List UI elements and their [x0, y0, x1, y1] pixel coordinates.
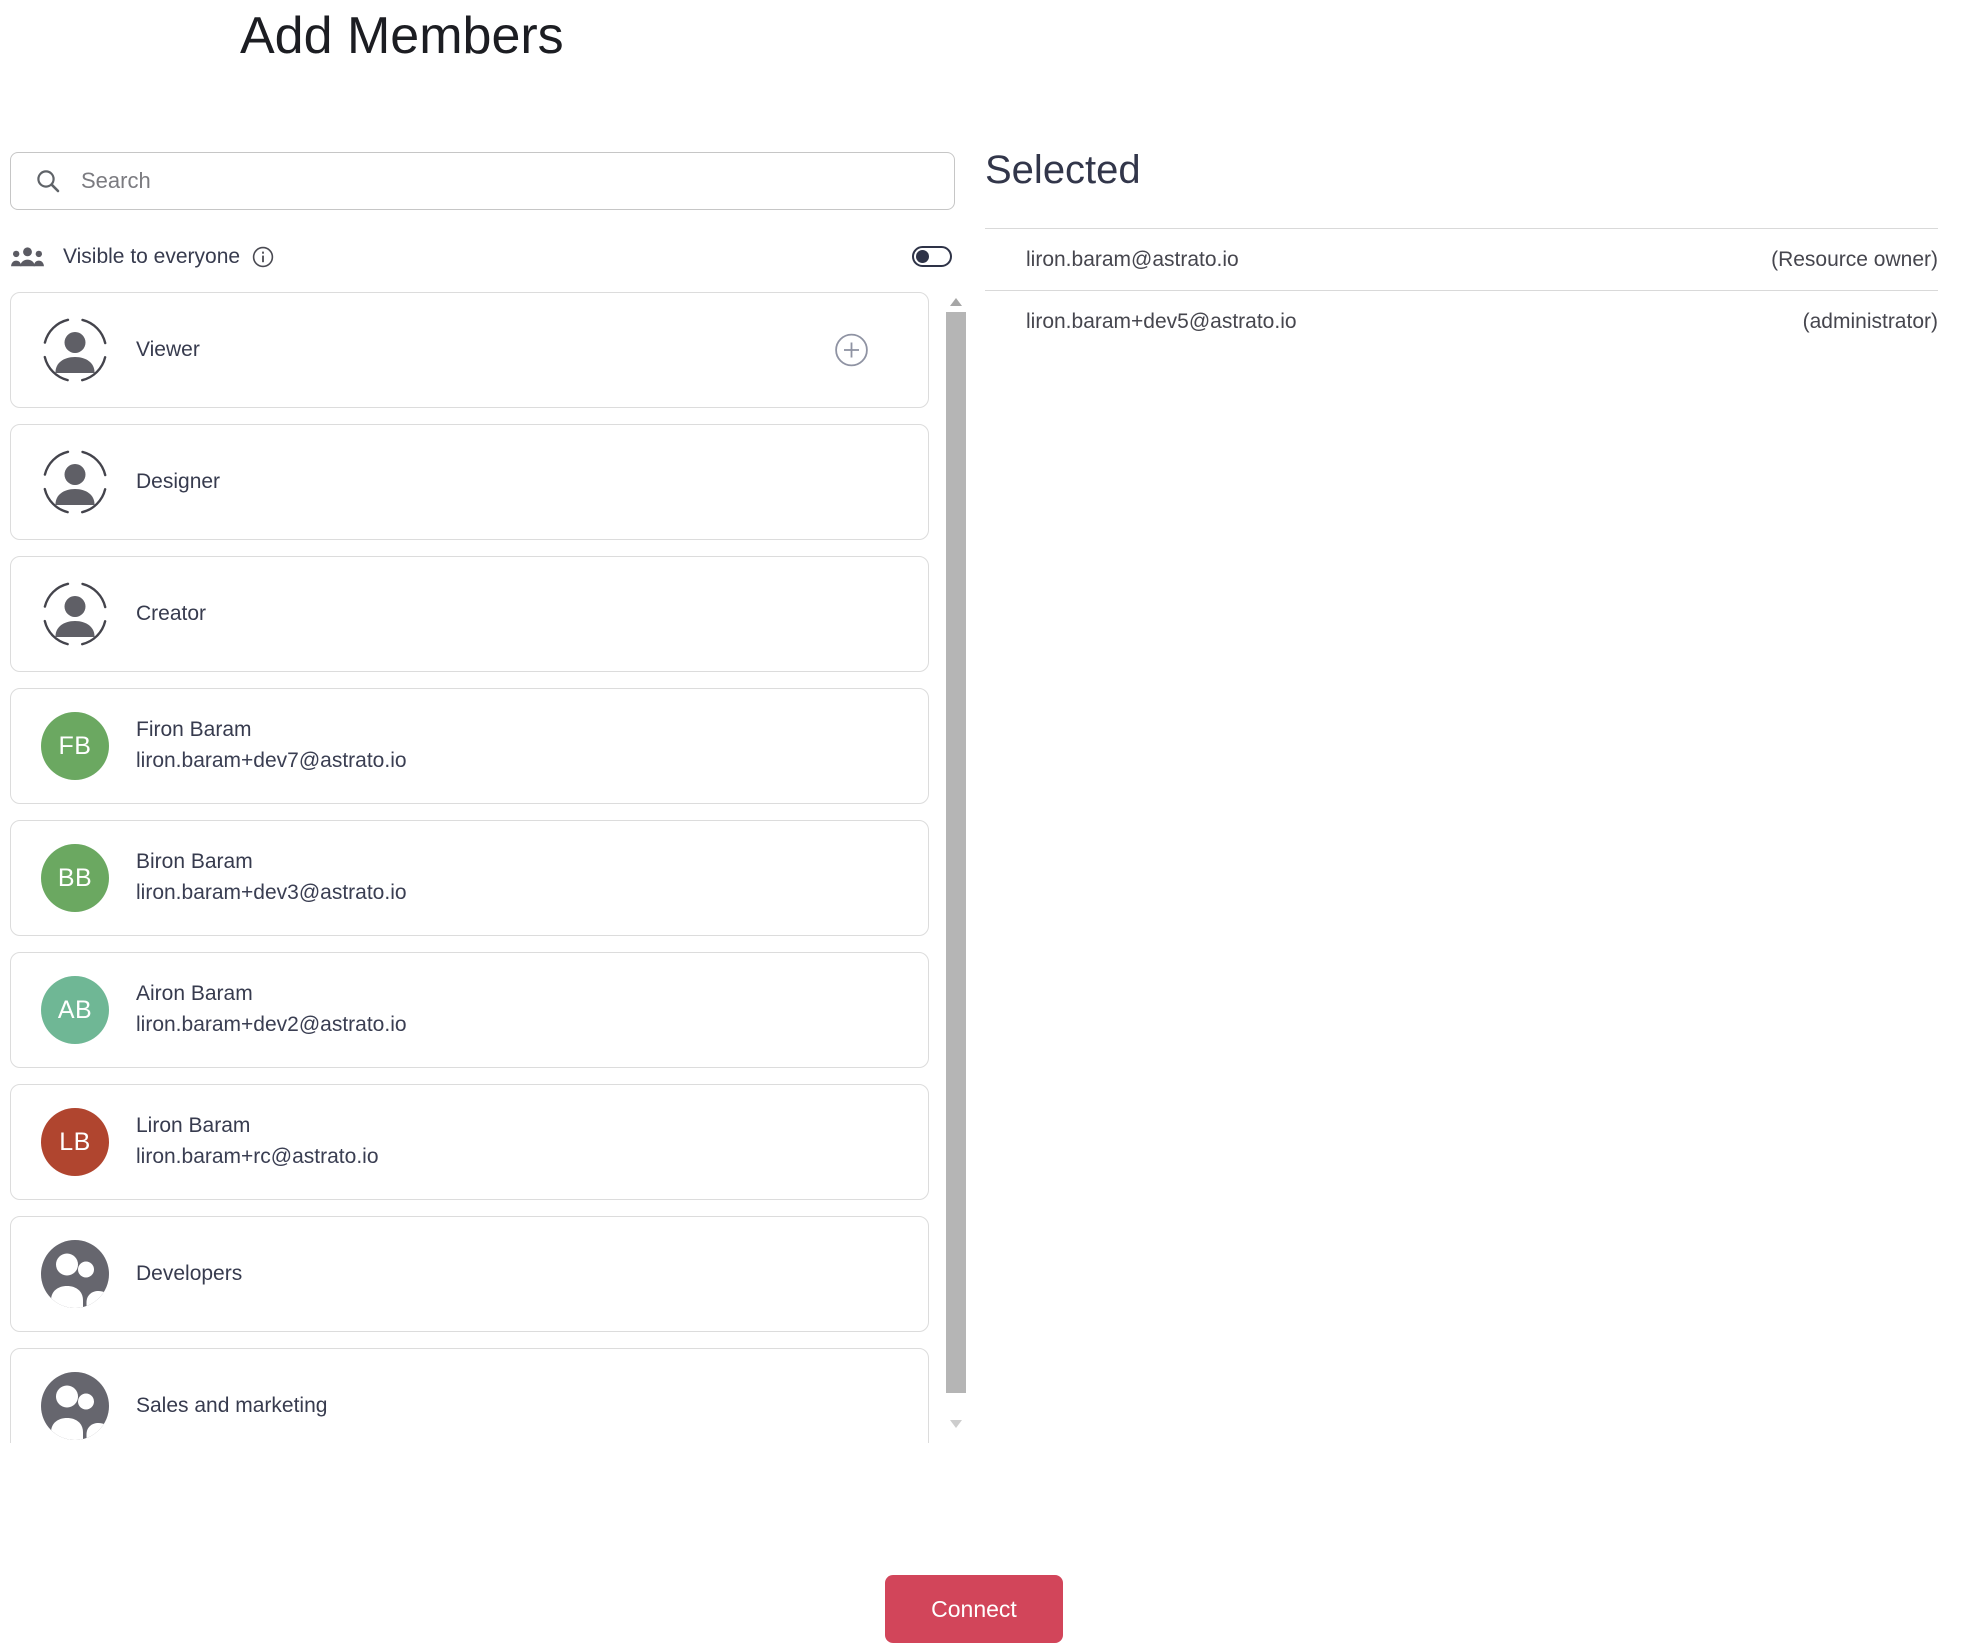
selected-heading: Selected [985, 148, 1141, 192]
role-avatar-icon [41, 448, 109, 516]
search-input[interactable] [81, 168, 940, 194]
add-members-dialog: Add Members Visible to everyone [0, 0, 1973, 1651]
members-list-viewport: Viewer Designer Creator FB Firon Baram l… [10, 290, 966, 1443]
scroll-up-arrow[interactable] [950, 298, 962, 306]
user-avatar: BB [41, 844, 109, 912]
visibility-row: Visible to everyone [10, 238, 960, 276]
add-button[interactable] [835, 333, 868, 367]
selected-list: liron.baram@astrato.io (Resource owner) … [985, 228, 1938, 352]
selected-role-label: (administrator) [1802, 309, 1938, 333]
member-name: Biron Baram [136, 850, 253, 873]
scrollbar-thumb[interactable] [946, 312, 966, 1393]
role-avatar-icon [41, 316, 109, 384]
member-name: Airon Baram [136, 982, 253, 1005]
user-avatar: AB [41, 976, 109, 1044]
search-icon [37, 169, 60, 192]
toggle-knob [916, 250, 929, 263]
selected-email: liron.baram@astrato.io [1026, 247, 1239, 271]
member-name: Firon Baram [136, 718, 252, 741]
plus-circle-icon [835, 333, 868, 367]
selected-email: liron.baram+dev5@astrato.io [1026, 309, 1297, 333]
list-item-user[interactable]: AB Airon Baram liron.baram+dev2@astrato.… [10, 952, 929, 1068]
user-avatar: FB [41, 712, 109, 780]
member-name: Creator [136, 602, 207, 625]
user-avatar: LB [41, 1108, 109, 1176]
info-icon[interactable] [252, 246, 274, 268]
selected-row[interactable]: liron.baram+dev5@astrato.io (administrat… [985, 290, 1938, 352]
visibility-label: Visible to everyone [63, 245, 241, 268]
selected-role-label: (Resource owner) [1771, 247, 1938, 271]
list-item-user[interactable]: FB Firon Baram liron.baram+dev7@astrato.… [10, 688, 929, 804]
member-email: liron.baram+dev7@astrato.io [136, 749, 407, 772]
scroll-down-arrow[interactable] [950, 1420, 962, 1428]
search-box [10, 152, 955, 210]
avatar-initials: AB [41, 976, 109, 1044]
member-name: Sales and marketing [136, 1394, 328, 1417]
member-email: liron.baram+dev2@astrato.io [136, 1013, 407, 1036]
list-item-user[interactable]: LB Liron Baram liron.baram+rc@astrato.io [10, 1084, 929, 1200]
member-name: Liron Baram [136, 1114, 251, 1137]
list-item-user[interactable]: BB Biron Baram liron.baram+dev3@astrato.… [10, 820, 929, 936]
selected-row[interactable]: liron.baram@astrato.io (Resource owner) [985, 228, 1938, 290]
member-email: liron.baram+dev3@astrato.io [136, 881, 407, 904]
member-name: Viewer [136, 338, 200, 361]
avatar-initials: LB [41, 1108, 109, 1176]
role-avatar-icon [41, 580, 109, 648]
scrollbar [946, 290, 966, 1443]
avatar-initials: FB [41, 712, 109, 780]
list-item-group[interactable]: Developers [10, 1216, 929, 1332]
avatar-initials: BB [41, 844, 109, 912]
list-item-group[interactable]: Sales and marketing [10, 1348, 929, 1443]
list-item-role[interactable]: Viewer [10, 292, 929, 408]
list-item-role[interactable]: Designer [10, 424, 929, 540]
list-item-role[interactable]: Creator [10, 556, 929, 672]
people-group-icon [11, 247, 44, 267]
visibility-toggle[interactable] [912, 246, 952, 267]
connect-button[interactable]: Connect [885, 1575, 1063, 1643]
member-email: liron.baram+rc@astrato.io [136, 1145, 379, 1168]
group-avatar-icon [41, 1240, 109, 1308]
page-title: Add Members [240, 7, 564, 65]
member-name: Developers [136, 1262, 243, 1285]
group-avatar-icon [41, 1372, 109, 1440]
member-name: Designer [136, 470, 221, 493]
